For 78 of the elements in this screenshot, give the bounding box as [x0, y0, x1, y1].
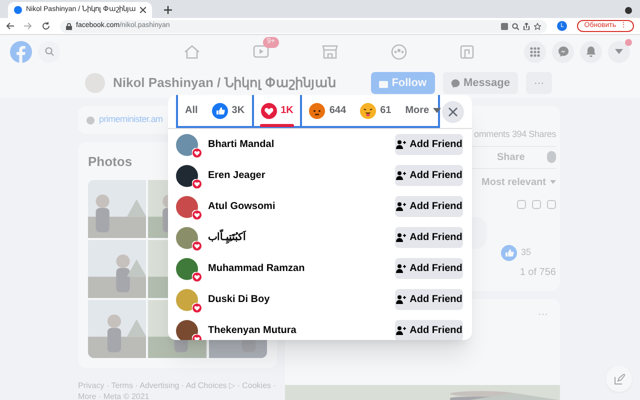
add-friend-button[interactable]: Add Friend: [395, 196, 463, 217]
add-person-icon: [396, 295, 406, 304]
heart-badge-icon: [192, 148, 202, 158]
notifications-button[interactable]: [580, 40, 602, 62]
footer-links: More · Meta © 2021: [78, 390, 150, 400]
grid-icon: [530, 46, 540, 56]
add-person-icon: [396, 326, 406, 335]
account-button[interactable]: [608, 40, 630, 62]
caret-icon: [550, 180, 556, 184]
messenger-icon: [450, 78, 460, 88]
reaction-tab[interactable]: 644: [302, 95, 354, 127]
search-icon: [44, 47, 54, 56]
new-tab-icon[interactable]: [164, 6, 172, 14]
reaction-tab[interactable]: 61: [353, 95, 398, 127]
facebook-icon: [14, 6, 22, 14]
messenger-icon: [558, 46, 568, 57]
laughing-face-icon: [360, 102, 376, 118]
search-button[interactable]: [38, 40, 60, 62]
add-person-icon: [396, 233, 406, 242]
menu-button[interactable]: [524, 40, 546, 62]
add-friend-button[interactable]: Add Friend: [395, 320, 463, 340]
avatar[interactable]: [176, 320, 198, 340]
add-friend-button[interactable]: Add Friend: [395, 289, 463, 310]
caret-icon: [433, 108, 442, 113]
heart-badge-icon: [192, 272, 202, 282]
reload-icon[interactable]: [42, 22, 50, 30]
edit-icon: [614, 374, 624, 384]
post-counts: omments 394 Shares: [474, 128, 556, 141]
thumbs-up-icon: [212, 102, 228, 118]
reaction-tab[interactable]: 3K: [204, 95, 252, 127]
heart-badge-icon: [192, 210, 202, 220]
heart-badge-icon: [192, 302, 202, 312]
person-name[interactable]: اَكبُتَتِيِـاّاب: [208, 230, 246, 245]
heart-badge-icon: [192, 178, 202, 188]
close-icon: [448, 106, 458, 116]
compose-button[interactable]: [606, 366, 632, 392]
comment-pager: 1 of 756: [520, 266, 556, 280]
avatar[interactable]: [176, 164, 198, 186]
reaction-count: 35: [520, 246, 531, 259]
caret-icon: [615, 49, 623, 54]
add-friend-button[interactable]: Add Friend: [395, 227, 463, 248]
person-name[interactable]: Muhammad Ramzan: [208, 261, 305, 276]
person-name[interactable]: Atul Gowsomi: [208, 199, 276, 214]
footer-links: Privacy · Terms · Advertising · Ad Choices ▷ · Cookies ·: [78, 380, 277, 390]
person-name[interactable]: Thekenyan Mutura: [208, 323, 296, 338]
follow-icon: [378, 78, 388, 88]
person-name[interactable]: Bharti Mandal: [208, 137, 274, 152]
add-person-icon: [396, 202, 406, 211]
translate-icon[interactable]: [501, 22, 508, 30]
share-icon[interactable]: [523, 22, 530, 30]
bell-icon: [586, 46, 596, 57]
add-person-icon: [396, 171, 406, 180]
star-icon[interactable]: [534, 22, 542, 30]
close-button[interactable]: [442, 100, 464, 122]
add-person-icon: [396, 140, 406, 149]
selected-underline: [260, 124, 294, 127]
reaction-tab[interactable]: All: [178, 95, 205, 127]
reaction-tab[interactable]: More: [398, 95, 448, 127]
add-friend-button[interactable]: Add Friend: [395, 258, 463, 279]
photos-title: Photos: [88, 153, 132, 171]
globe-icon: [86, 116, 95, 124]
close-icon[interactable]: [140, 7, 146, 13]
thumbs-up-icon: [500, 244, 517, 260]
person-name[interactable]: Eren Jeager: [208, 168, 266, 183]
add-person-icon: [396, 264, 406, 273]
person-name[interactable]: Duski Di Boy: [208, 292, 270, 307]
heart-badge-icon: [192, 240, 202, 250]
add-friend-button[interactable]: Add Friend: [395, 165, 463, 186]
tab-menu-icon[interactable]: [625, 7, 632, 14]
add-friend-button[interactable]: Add Friend: [395, 134, 463, 155]
zoom-icon[interactable]: [512, 22, 520, 30]
back-icon[interactable]: [6, 22, 14, 30]
angry-face-icon: [309, 102, 326, 118]
messenger-button[interactable]: [552, 40, 574, 62]
reaction-tab[interactable]: 1K: [252, 95, 302, 127]
forward-icon[interactable]: [24, 22, 32, 30]
lock-icon: [66, 22, 72, 30]
profile-name: Nikol Pashinyan / Նիկոլ Փաշինյան: [113, 74, 336, 92]
